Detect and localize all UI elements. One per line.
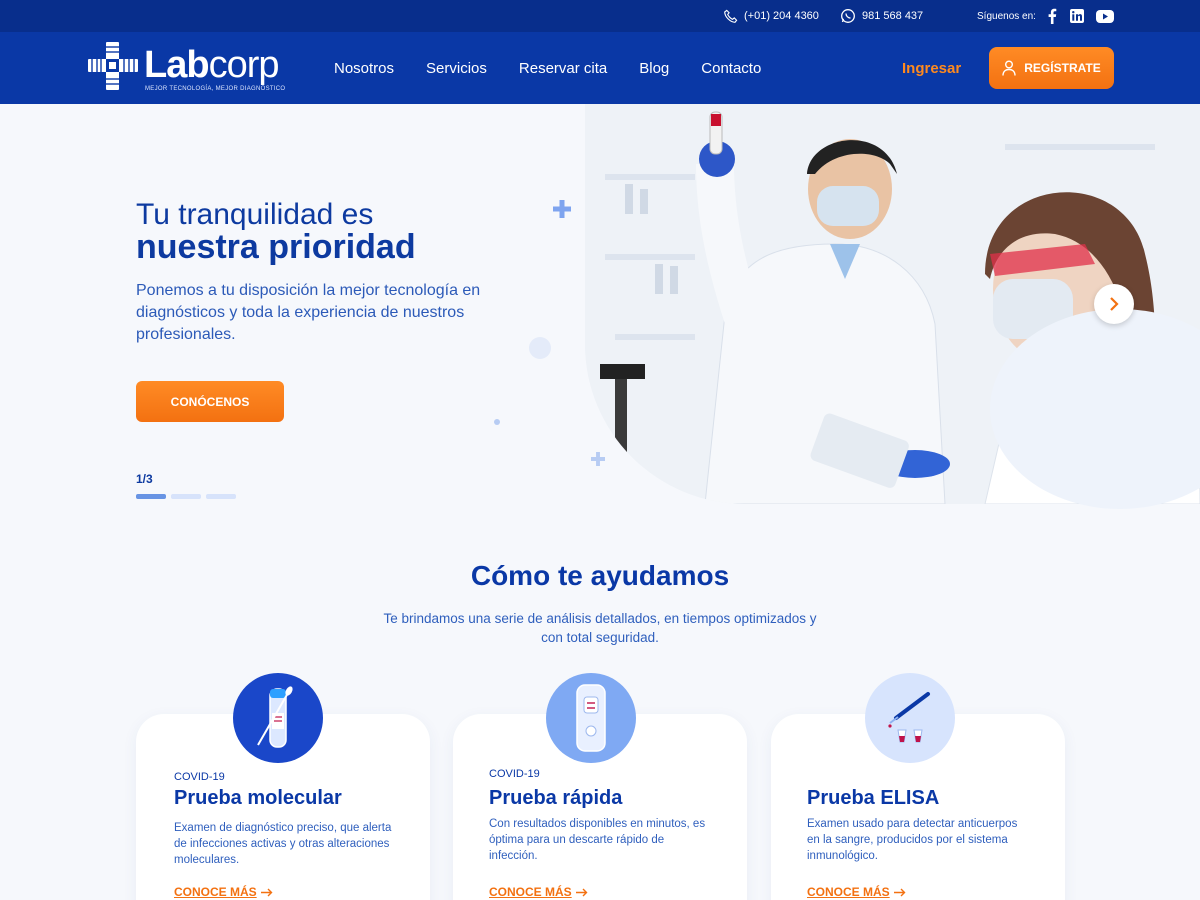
nav-item-servicios[interactable]: Servicios: [426, 60, 487, 77]
follow-label: Síguenos en:: [977, 10, 1036, 22]
conoce-mas-link[interactable]: CONOCE MÁS: [174, 885, 273, 899]
slide-indicator-2[interactable]: [171, 494, 201, 499]
logo-word-bold: Lab: [144, 44, 210, 86]
main-nav: Nosotros Servicios Reservar cita Blog Co…: [334, 32, 761, 104]
services-title: Cómo te ayudamos: [470, 560, 730, 591]
service-card-elisa: Prueba ELISA Examen usado para detectar …: [771, 673, 1065, 900]
logo-wordmark: Labcorp: [144, 44, 280, 87]
swab-tube-icon: [233, 673, 323, 763]
services-subtitle: Te brindamos una serie de análisis detal…: [383, 611, 817, 645]
decor-dot: [529, 337, 551, 359]
whatsapp-icon: [841, 9, 855, 23]
slide-counter: 1/3: [136, 472, 153, 486]
phone-contact[interactable]: (+01) 204 4360: [723, 0, 819, 32]
social-links: Síguenos en:: [977, 0, 1114, 32]
slide-indicator-1[interactable]: [136, 494, 166, 499]
nav-item-blog[interactable]: Blog: [639, 60, 669, 77]
card-tag: COVID-19: [489, 768, 540, 780]
top-bar: (+01) 204 4360 981 568 437 Síguenos en:: [0, 0, 1200, 32]
service-card-rapida: COVID-19 Prueba rápida Con resultados di…: [453, 673, 747, 900]
facebook-icon[interactable]: [1046, 8, 1058, 24]
card-title: Prueba rápida: [489, 787, 623, 809]
logo-word-light: corp: [208, 44, 280, 86]
card-description: Examen usado para detectar anticuerpos e…: [807, 818, 1018, 862]
brand-logo[interactable]: Labcorp MEJOR TECNOLOGÍA, MEJOR DIAGNÓST…: [88, 42, 285, 92]
card-title: Prueba molecular: [174, 787, 342, 809]
linkedin-icon[interactable]: [1069, 9, 1084, 23]
pipette-icon: [865, 673, 955, 763]
slide-pager: [136, 494, 236, 499]
card-title: Prueba ELISA: [807, 787, 940, 809]
whatsapp-contact[interactable]: 981 568 437: [840, 0, 923, 32]
chevron-right-icon: [1110, 297, 1119, 311]
arrow-right-icon: [893, 888, 906, 896]
card-description: Con resultados disponibles en minutos, e…: [489, 818, 706, 862]
service-card-molecular: COVID-19 Prueba molecular Examen de diag…: [136, 673, 430, 900]
login-link[interactable]: Ingresar: [902, 32, 961, 104]
conoce-mas-link[interactable]: CONOCE MÁS: [807, 885, 906, 899]
user-icon: [1002, 60, 1016, 76]
arrow-right-icon: [260, 888, 273, 896]
hero-title-light: Tu tranquilidad es: [136, 198, 374, 231]
card-tag: COVID-19: [174, 771, 225, 783]
hero-title-bold: nuestra prioridad: [136, 228, 416, 266]
youtube-icon[interactable]: [1095, 9, 1114, 23]
decor-plus-icon: [591, 452, 605, 466]
hero-slider: Tu tranquilidad es nuestra prioridad Pon…: [0, 104, 1200, 534]
conocenos-button[interactable]: CONÓCENOS: [136, 381, 284, 422]
conoce-mas-label: CONOCE MÁS: [174, 885, 257, 899]
phone-icon: [724, 9, 738, 23]
phone-number: (+01) 204 4360: [744, 10, 819, 22]
next-slide-button[interactable]: [1094, 284, 1134, 324]
slide-indicator-3[interactable]: [206, 494, 236, 499]
arrow-right-icon: [575, 888, 588, 896]
conoce-mas-label: CONOCE MÁS: [807, 885, 890, 899]
nav-item-nosotros[interactable]: Nosotros: [334, 60, 394, 77]
rapid-test-icon: [546, 673, 636, 763]
nav-item-reservar-cita[interactable]: Reservar cita: [519, 60, 607, 77]
conoce-mas-label: CONOCE MÁS: [489, 885, 572, 899]
nav-item-contacto[interactable]: Contacto: [701, 60, 761, 77]
card-description: Examen de diagnóstico preciso, que alert…: [174, 822, 392, 866]
logo-cross-icon: [88, 42, 138, 90]
register-button[interactable]: REGÍSTRATE: [989, 47, 1114, 89]
decor-plus-icon: [553, 200, 571, 218]
logo-tagline: MEJOR TECNOLOGÍA, MEJOR DIAGNÓSTICO: [145, 86, 286, 92]
decor-dot: [494, 419, 500, 425]
register-label: REGÍSTRATE: [1024, 61, 1101, 75]
whatsapp-number: 981 568 437: [862, 10, 924, 22]
main-header: Labcorp MEJOR TECNOLOGÍA, MEJOR DIAGNÓST…: [0, 32, 1200, 104]
conoce-mas-link[interactable]: CONOCE MÁS: [489, 885, 588, 899]
hero-description: Ponemos a tu disposición la mejor tecnol…: [136, 282, 481, 343]
